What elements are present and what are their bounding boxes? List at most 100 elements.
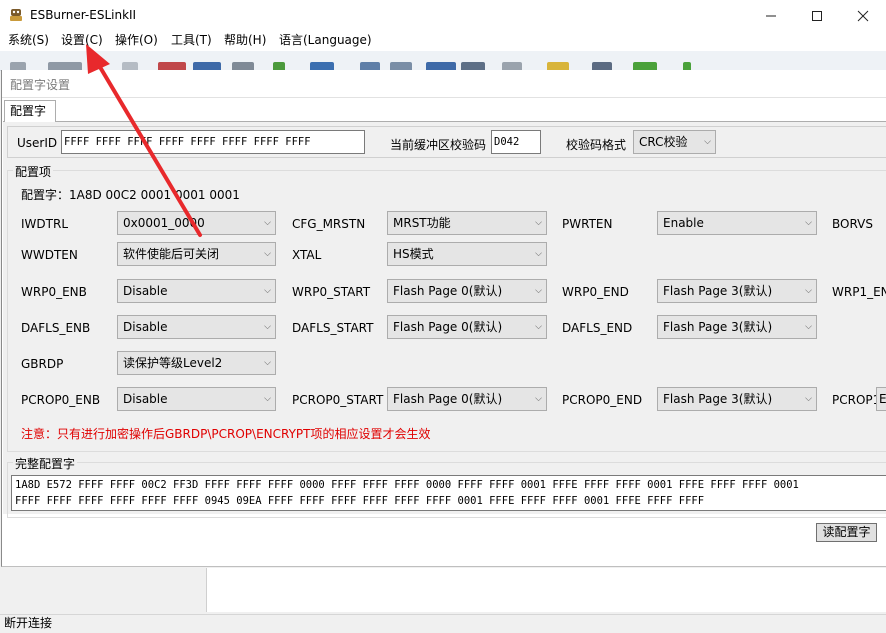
menu-help[interactable]: 帮助(H) [224, 31, 266, 51]
userid-label: UserID [17, 136, 58, 150]
pwrten-label: PWRTEN [562, 217, 613, 231]
dafls-start-label: DAFLS_START [292, 321, 374, 335]
menu-system[interactable]: 系统(S) [8, 31, 49, 51]
checksum-format-select[interactable]: CRC校验 ⌵ [633, 130, 716, 154]
maximize-button[interactable] [794, 0, 840, 31]
wrp0-start-select[interactable]: Flash Page 0(默认) ⌵ [387, 279, 547, 303]
status-bar: 断开连接 [0, 614, 886, 633]
config-group-title: 配置项 [13, 163, 54, 180]
pcrop0-start-value: Flash Page 0(默认) [393, 392, 503, 406]
tab-panel: UserID FFFF FFFF FFFF FFFF FFFF FFFF FFF… [3, 121, 886, 518]
pcrop0-end-value: Flash Page 3(默认) [663, 392, 773, 406]
chevron-down-icon: ⌵ [805, 322, 812, 332]
window-title: ESBurner-ESLinkII [30, 8, 137, 22]
toolbar [0, 51, 886, 71]
userid-input[interactable]: FFFF FFFF FFFF FFFF FFFF FFFF FFFF FFFF [61, 130, 365, 154]
cfg-mrstn-label: CFG_MRSTN [292, 217, 366, 231]
wrp0-enb-value: Disable [123, 284, 168, 298]
chevron-down-icon: ⌵ [535, 218, 542, 228]
pcrop0-enb-label: PCROP0_ENB [21, 393, 101, 407]
full-config-title: 完整配置字 [13, 455, 78, 472]
chevron-down-icon: ⌵ [264, 394, 271, 404]
dafls-enb-select[interactable]: Disable ⌵ [117, 315, 276, 339]
app-icon [10, 9, 22, 21]
dialog-title: 配置字设置 [10, 78, 71, 92]
close-button[interactable] [840, 0, 886, 31]
wwdten-label: WWDTEN [21, 248, 78, 262]
menu-settings[interactable]: 设置(C) [61, 31, 103, 51]
xtal-select[interactable]: HS模式 ⌵ [387, 242, 547, 266]
pcrop0-end-select[interactable]: Flash Page 3(默认) ⌵ [657, 387, 817, 411]
chevron-down-icon: ⌵ [535, 394, 542, 404]
chevron-down-icon: ⌵ [535, 322, 542, 332]
pcrop0-start-label: PCROP0_START [292, 393, 384, 407]
dafls-end-label: DAFLS_END [562, 321, 633, 335]
wrp0-start-value: Flash Page 0(默认) [393, 284, 503, 298]
gbrdp-value: 读保护等级Level2 [123, 356, 223, 370]
wwdten-select[interactable]: 软件使能后可关闭 ⌵ [117, 242, 276, 266]
iwdtrl-value: 0x0001_0000 [123, 216, 205, 230]
wrp0-end-value: Flash Page 3(默认) [663, 284, 773, 298]
chevron-down-icon: ⌵ [264, 286, 271, 296]
pwrten-select[interactable]: Enable ⌵ [657, 211, 817, 235]
minimize-icon [766, 15, 776, 16]
chevron-down-icon: ⌵ [805, 286, 812, 296]
checksum-label: 当前缓冲区校验码 [390, 138, 487, 152]
wwdten-value: 软件使能后可关闭 [123, 247, 220, 261]
borvs-label: BORVS [832, 217, 873, 231]
pcrop0-end-label: PCROP0_END [562, 393, 643, 407]
chevron-down-icon: ⌵ [264, 358, 271, 368]
dafls-start-value: Flash Page 0(默认) [393, 320, 503, 334]
xtal-value: HS模式 [393, 247, 434, 261]
pcrop1-select[interactable]: E [876, 387, 886, 411]
dialog-title-divider [2, 97, 886, 98]
pcrop0-enb-value: Disable [123, 392, 168, 406]
pcrop1-value: E [879, 392, 886, 406]
chevron-down-icon: ⌵ [535, 249, 542, 259]
read-config-button[interactable]: 读配置字 [816, 523, 877, 542]
menu-language[interactable]: 语言(Language) [279, 31, 372, 51]
checksum-format-value: CRC校验 [639, 135, 688, 149]
checksum-input[interactable]: D042 [491, 130, 541, 154]
cfg-mrstn-select[interactable]: MRST功能 ⌵ [387, 211, 547, 235]
pcrop0-enb-select[interactable]: Disable ⌵ [117, 387, 276, 411]
cfg-mrstn-value: MRST功能 [393, 216, 451, 230]
menu-bar: 系统(S) 设置(C) 操作(O) 工具(T) 帮助(H) 语言(Languag… [0, 31, 886, 51]
wrp0-enb-label: WRP0_ENB [21, 285, 87, 299]
chevron-down-icon: ⌵ [264, 218, 271, 228]
config-word-dialog: 配置字设置 配置字 UserID FFFF FFFF FFFF FFFF FFF… [1, 70, 886, 567]
checksum-format-label: 校验码格式 [566, 138, 627, 152]
gbrdp-select[interactable]: 读保护等级Level2 ⌵ [117, 351, 276, 375]
iwdtrl-select[interactable]: 0x0001_0000 ⌵ [117, 211, 276, 235]
connection-status: 断开连接 [4, 616, 53, 630]
close-icon [857, 10, 869, 21]
full-config-textbox[interactable]: 1A8D E572 FFFF FFFF 00C2 FF3D FFFF FFFF … [11, 475, 886, 511]
wrp1-enb-label: WRP1_EN [832, 285, 886, 299]
menu-operation[interactable]: 操作(O) [115, 31, 158, 51]
config-word-summary: 配置字：1A8D 00C2 0001 0001 0001 [21, 188, 240, 202]
dafls-end-select[interactable]: Flash Page 3(默认) ⌵ [657, 315, 817, 339]
chevron-down-icon: ⌵ [264, 322, 271, 332]
wrp0-start-label: WRP0_START [292, 285, 371, 299]
menu-tools[interactable]: 工具(T) [171, 31, 212, 51]
log-panel [206, 568, 886, 612]
chevron-down-icon: ⌵ [535, 286, 542, 296]
tab-config-word[interactable]: 配置字 [4, 100, 56, 122]
dafls-enb-value: Disable [123, 320, 168, 334]
dafls-start-select[interactable]: Flash Page 0(默认) ⌵ [387, 315, 547, 339]
pwrten-value: Enable [663, 216, 704, 230]
wrp0-end-label: WRP0_END [562, 285, 629, 299]
encryption-notice: 注意：只有进行加密操作后GBRDP\PCROP\ENCRYPT项的相应设置才会生… [21, 427, 431, 441]
full-config-line-2: FFFF FFFF FFFF FFFF FFFF FFFF 0945 09EA … [15, 495, 705, 507]
xtal-label: XTAL [292, 248, 322, 262]
chevron-down-icon: ⌵ [264, 249, 271, 259]
pcrop0-start-select[interactable]: Flash Page 0(默认) ⌵ [387, 387, 547, 411]
iwdtrl-label: IWDTRL [21, 217, 68, 231]
full-config-line-1: 1A8D E572 FFFF FFFF 00C2 FF3D FFFF FFFF … [15, 479, 799, 491]
chevron-down-icon: ⌵ [805, 394, 812, 404]
minimize-button[interactable] [748, 0, 794, 31]
wrp0-enb-select[interactable]: Disable ⌵ [117, 279, 276, 303]
wrp0-end-select[interactable]: Flash Page 3(默认) ⌵ [657, 279, 817, 303]
gbrdp-label: GBRDP [21, 357, 64, 371]
dafls-end-value: Flash Page 3(默认) [663, 320, 773, 334]
